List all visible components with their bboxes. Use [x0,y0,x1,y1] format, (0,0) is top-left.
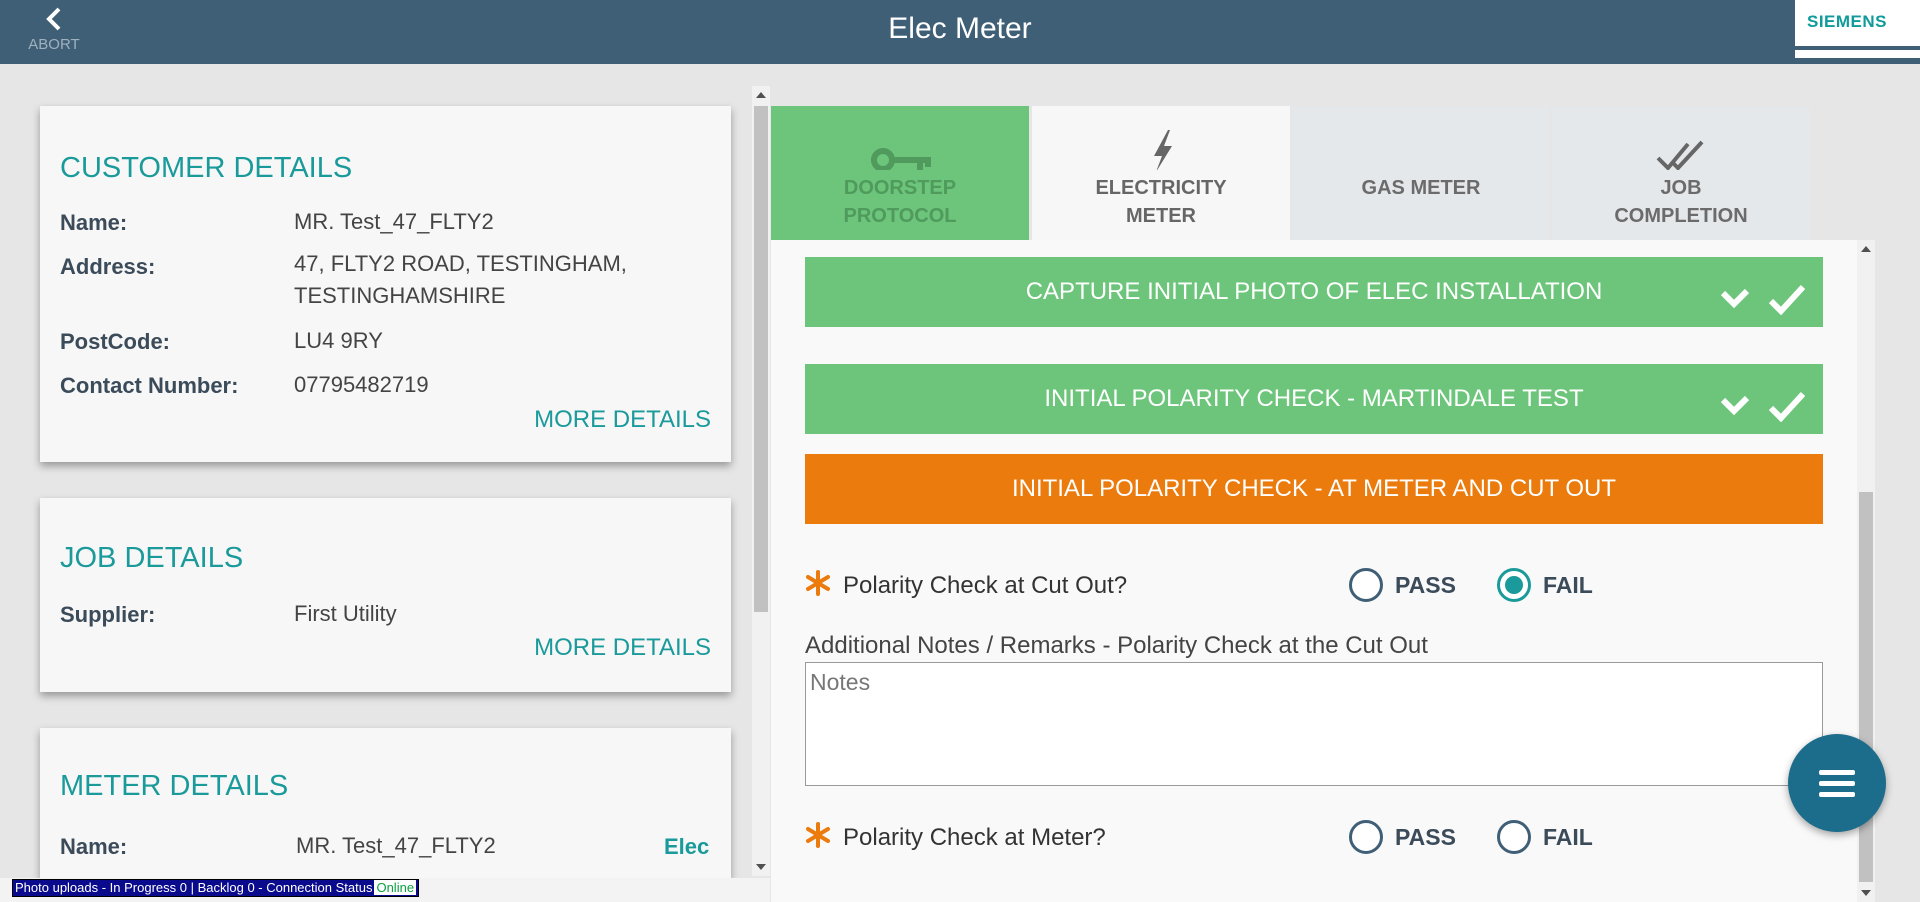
tab-gas-label: GAS METER [1361,177,1481,199]
customer-postcode-value: LU4 9RY [294,328,383,353]
tab-doorstep-protocol[interactable]: DOORSTEP PROTOCOL [771,106,1029,240]
customer-postcode-label: PostCode: [60,329,170,354]
customer-name-value: MR. Test_47_FLTY2 [294,209,494,234]
question-polarity-meter-label: Polarity Check at Meter? [843,824,1106,851]
meter-type-value: Elec [664,834,710,859]
customer-address-value: 47, FLTY2 ROAD, TESTINGHAM, TESTINGHAMSH… [294,251,627,308]
tab-electricity-meter[interactable]: ELECTRICITY METER [1032,106,1290,240]
electricity-meter-panel: CAPTURE INITIAL PHOTO OF ELEC INSTALLATI… [771,240,1859,902]
question-polarity-meter: Polarity Check at Meter? PASS FAIL [805,818,1823,858]
hamburger-menu-icon [1819,792,1855,797]
scroll-down-arrow-icon[interactable] [756,864,766,870]
tab-electricity-label: ELECTRICITY METER [1095,177,1227,227]
menu-fab-button[interactable] [1788,734,1886,832]
customer-name-label: Name: [60,210,128,235]
section-martindale-test-label: INITIAL POLARITY CHECK - MARTINDALE TEST [1044,385,1584,412]
app-header: ABORT Elec Meter SIEMENS [0,0,1920,64]
customer-contact-value: 07795482719 [294,372,429,397]
lightning-icon [1154,130,1172,170]
meter-name-label: Name: [60,834,128,859]
tab-doorstep-label: DOORSTEP PROTOCOL [843,177,957,227]
logo-text: SIEMENS [1807,12,1888,31]
meter-details-card: METER DETAILS Name: MR. Test_47_FLTY2 El… [40,728,731,878]
radio-circle-selected[interactable] [1497,568,1531,602]
left-scrollbar[interactable] [752,86,770,876]
meter-fail-label: FAIL [1543,824,1593,850]
customer-more-details-link[interactable]: MORE DETAILS [534,406,711,434]
scroll-up-arrow-icon[interactable] [1861,246,1871,252]
complete-check-icon [1720,391,1806,422]
section-capture-initial-photo-label: CAPTURE INITIAL PHOTO OF ELEC INSTALLATI… [1025,278,1603,305]
job-details-card: JOB DETAILS Supplier: First Utility MORE… [40,498,731,692]
radio-circle[interactable] [1497,820,1531,854]
radio-circle[interactable] [1349,568,1383,602]
siemens-logo: SIEMENS [1795,0,1920,58]
section-martindale-test[interactable]: INITIAL POLARITY CHECK - MARTINDALE TEST [805,364,1823,434]
hamburger-menu-icon [1819,770,1855,775]
logo-divider [1795,46,1920,50]
page-title: Elec Meter [888,12,1032,45]
upload-status-bar: Photo uploads - In Progress 0 | Backlog … [12,879,420,897]
complete-check-icon [1720,284,1806,315]
double-check-icon [1656,140,1704,170]
customer-details-title: CUSTOMER DETAILS [60,152,353,184]
hamburger-menu-icon [1819,781,1855,786]
job-supplier-value: First Utility [294,601,397,626]
cut-out-pass-label: PASS [1395,572,1456,598]
meter-name-value: MR. Test_47_FLTY2 [296,833,496,858]
required-asterisk-icon [806,570,830,596]
tab-job-completion[interactable]: JOB COMPLETION [1552,106,1810,240]
customer-details-card: CUSTOMER DETAILS Name: MR. Test_47_FLTY2… [40,106,731,462]
left-scrollbar-thumb[interactable] [754,106,768,612]
radio-selected-dot [1505,576,1523,594]
required-asterisk-icon [806,822,830,848]
question-polarity-cut-out-label: Polarity Check at Cut Out? [843,572,1128,599]
notes-textarea[interactable] [805,662,1823,786]
notes-label: Additional Notes / Remarks - Polarity Ch… [805,632,1428,659]
tab-job-label: JOB COMPLETION [1614,177,1748,227]
cut-out-fail-label: FAIL [1543,572,1593,598]
section-polarity-meter-cutout-label: INITIAL POLARITY CHECK - AT METER AND CU… [1011,475,1617,502]
job-details-title: JOB DETAILS [60,542,244,574]
tab-gas-meter[interactable]: GAS METER [1292,106,1550,240]
section-polarity-meter-cutout[interactable]: INITIAL POLARITY CHECK - AT METER AND CU… [805,454,1823,524]
job-supplier-label: Supplier: [60,602,156,627]
upload-status-text: Photo uploads - In Progress 0 | Backlog … [15,880,373,895]
customer-address-label: Address: [60,254,156,279]
key-icon [871,148,931,170]
meter-details-title: METER DETAILS [60,770,289,802]
job-more-details-link[interactable]: MORE DETAILS [534,634,711,662]
scroll-down-arrow-icon[interactable] [1861,890,1871,896]
customer-contact-label: Contact Number: [60,373,239,398]
scroll-up-arrow-icon[interactable] [756,92,766,98]
question-polarity-cut-out: Polarity Check at Cut Out? PASS FAIL [805,566,1823,606]
radio-circle[interactable] [1349,820,1383,854]
connection-status-badge: Online [374,880,417,895]
meter-pass-label: PASS [1395,824,1456,850]
section-capture-initial-photo[interactable]: CAPTURE INITIAL PHOTO OF ELEC INSTALLATI… [805,257,1823,327]
